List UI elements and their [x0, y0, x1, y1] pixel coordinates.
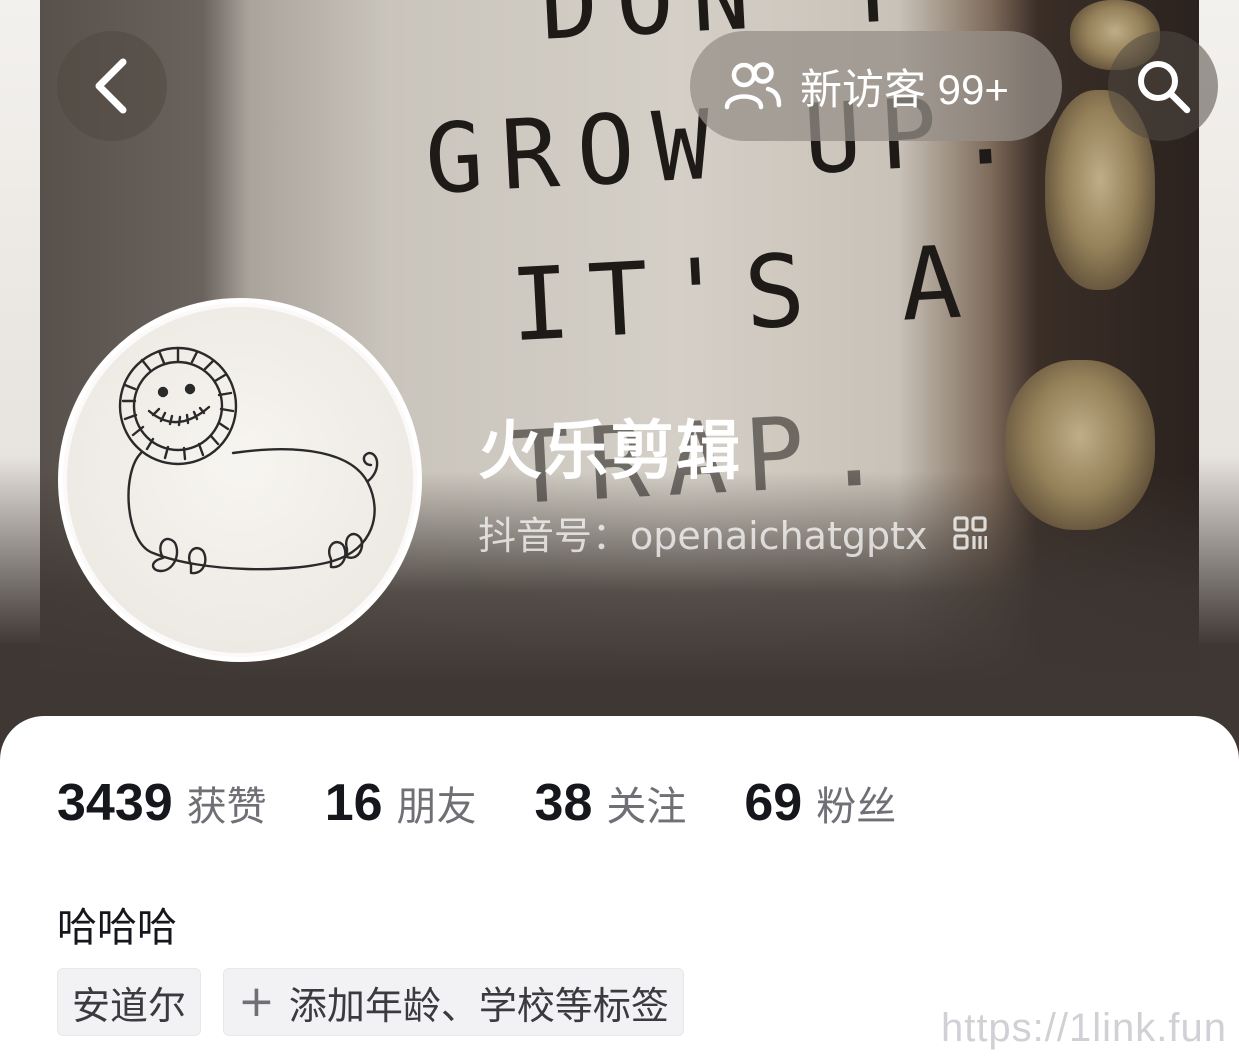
people-icon: [724, 62, 782, 110]
stat-value: 3439: [57, 774, 173, 832]
account-id-row[interactable]: 抖音号：openaichatgptx: [478, 505, 988, 560]
stat-friends[interactable]: 16 朋友: [325, 773, 477, 833]
profile-bio: 哈哈哈: [57, 905, 177, 951]
add-tag-button[interactable]: + 添加年龄、学校等标签: [223, 968, 684, 1036]
stat-value: 69: [744, 774, 803, 832]
qr-code-icon[interactable]: [953, 515, 988, 550]
avatar-drawing: [118, 346, 379, 575]
stat-label: 粉丝: [816, 784, 897, 830]
chevron-left-icon: [95, 58, 127, 114]
stat-label: 关注: [606, 784, 687, 830]
stat-likes: 3439 获赞: [57, 773, 267, 833]
location-tag[interactable]: 安道尔: [57, 968, 202, 1036]
stats-row: 3439 获赞 16 朋友 38 关注 69 粉丝: [57, 773, 954, 833]
watermark: https://1link.fun: [940, 1006, 1227, 1050]
avatar[interactable]: [58, 298, 422, 662]
back-button[interactable]: [57, 31, 167, 141]
new-visitors-button[interactable]: 新访客 99+: [690, 31, 1062, 141]
stat-value: 16: [324, 774, 383, 832]
stat-label: 朋友: [396, 784, 477, 830]
tag-list: 安道尔 + 添加年龄、学校等标签: [57, 968, 706, 1036]
search-icon: [1138, 61, 1191, 114]
profile-name: 火乐剪辑: [478, 415, 742, 489]
stat-value: 38: [534, 774, 593, 832]
add-tag-label: 添加年龄、学校等标签: [288, 983, 669, 1028]
account-id: 抖音号：openaichatgptx: [478, 514, 928, 558]
stat-followers[interactable]: 69 粉丝: [744, 773, 896, 833]
location-tag-label: 安道尔: [72, 983, 187, 1028]
search-button[interactable]: [1108, 31, 1218, 141]
cover-sign-line: IT'S A: [507, 222, 982, 365]
profile-page: DON'T GROW UP. IT'S A TRAP. 新访客 99+: [0, 0, 1239, 1059]
stat-label: 获赞: [186, 784, 267, 830]
cover-edge-left: [0, 0, 40, 760]
plus-icon: +: [238, 976, 275, 1027]
cover-carving: [1005, 360, 1155, 530]
new-visitors-label: 新访客 99+: [800, 65, 1009, 113]
stat-following[interactable]: 38 关注: [535, 773, 687, 833]
